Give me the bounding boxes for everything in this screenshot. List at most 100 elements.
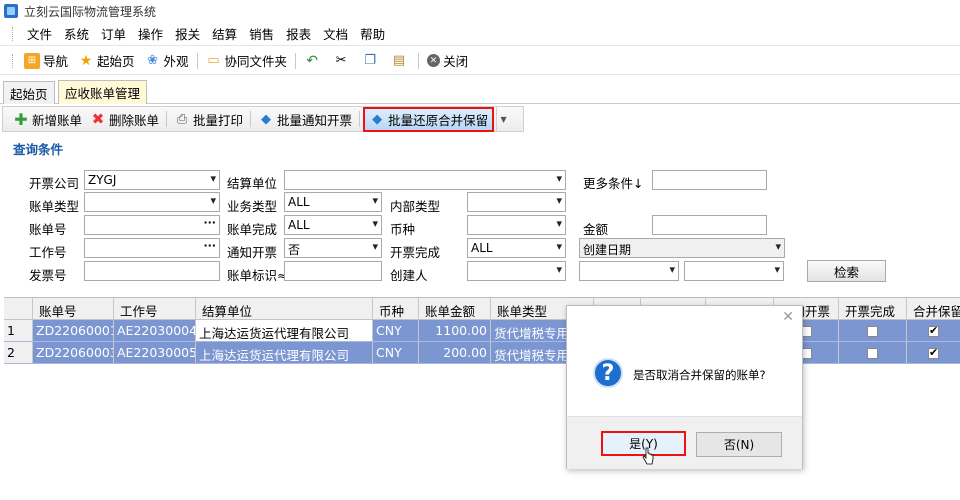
currency-select[interactable] (467, 215, 566, 235)
invoice-company-select[interactable]: ZYGJ (84, 170, 220, 190)
batch-print-label: 批量打印 (193, 112, 244, 128)
bill-no-input[interactable] (84, 215, 220, 235)
currency-label: 币种 (390, 222, 416, 237)
hand-cursor-icon (642, 447, 654, 465)
shared-folder-label: 协同文件夹 (224, 54, 288, 69)
amount-input[interactable] (652, 215, 767, 235)
bill-done-select[interactable]: ALL (284, 215, 382, 235)
nav-label: 导航 (43, 54, 69, 69)
batch-restore-merge-label: 批量还原合并保留 (388, 112, 489, 128)
table-row[interactable]: 1 ZD22060001 AE22030004 上海达运货运代理有限公司 CNY… (4, 320, 960, 342)
invoice-done-checkbox[interactable] (867, 348, 878, 359)
grid-header-job-no[interactable]: 工作号 (114, 298, 196, 319)
notify-invoice-label: 通知开票 (227, 245, 278, 260)
new-bill-button[interactable]: ✚ 新增账单 (9, 108, 86, 130)
copy-button[interactable]: ❐ (357, 50, 386, 72)
appearance-label: 外观 (163, 54, 189, 69)
tab-strip: 起始页 应收账单管理 (0, 80, 960, 104)
new-bill-label: 新增账单 (32, 112, 83, 128)
cut-button[interactable]: ✂ (328, 50, 357, 72)
menu-documents[interactable]: 文档 (317, 24, 354, 43)
menu-file[interactable]: 文件 (21, 24, 58, 43)
tab-start[interactable]: 起始页 (3, 81, 55, 104)
paste-button[interactable]: ▤ (386, 50, 415, 72)
batch-restore-merge-button[interactable]: ◆ 批量还原合并保留 (363, 106, 495, 132)
date-to-select[interactable] (684, 261, 784, 281)
bill-mark-input[interactable] (284, 261, 382, 281)
batch-notify-invoice-button[interactable]: ◆ 批量通知开票 (254, 108, 356, 130)
merge-keep-checkbox[interactable] (928, 324, 939, 337)
creator-label: 创建人 (390, 268, 428, 283)
menu-order[interactable]: 订单 (95, 24, 132, 43)
menu-system[interactable]: 系统 (58, 24, 95, 43)
invoice-done-select[interactable]: ALL (467, 238, 566, 258)
search-button[interactable]: 检索 (807, 260, 886, 282)
amount-label: 金额 (583, 222, 609, 237)
currency-cell[interactable]: CNY (373, 320, 419, 341)
grid-header-merge-keep[interactable]: 合并保留 (907, 298, 960, 319)
bill-type-label: 账单类型 (29, 199, 80, 214)
menu-settlement[interactable]: 结算 (206, 24, 243, 43)
menu-reports[interactable]: 报表 (280, 24, 317, 43)
row-number: 1 (4, 320, 33, 341)
invoice-done-cell[interactable] (839, 320, 907, 341)
cube-icon: ◆ (372, 111, 383, 127)
date-from-select[interactable] (579, 261, 679, 281)
home-button[interactable]: ★ 起始页 (73, 50, 140, 72)
title-bar: 立刻云国际物流管理系统 (0, 0, 960, 22)
action-separator (359, 111, 361, 127)
job-no-cell[interactable]: AE22030005 (114, 342, 196, 363)
shared-folder-button[interactable]: ▭ 协同文件夹 (201, 50, 293, 72)
printer-icon: ⎙ (176, 111, 188, 127)
more-conditions-toggle[interactable]: 更多条件↓ (583, 173, 643, 192)
nav-button[interactable]: ⊞ 导航 (19, 50, 73, 72)
settle-unit-cell[interactable]: 上海达运货运代理有限公司 (196, 342, 373, 363)
job-no-cell[interactable]: AE22030004 (114, 320, 196, 341)
bill-type-select[interactable] (84, 192, 220, 212)
amount-cell[interactable]: 200.00 (419, 342, 491, 363)
more-actions-dropdown[interactable]: ▼ (496, 107, 510, 131)
merge-keep-checkbox[interactable] (928, 346, 939, 359)
currency-cell[interactable]: CNY (373, 342, 419, 363)
more-conditions-input[interactable] (652, 170, 767, 190)
biz-type-select[interactable]: ALL (284, 192, 382, 212)
close-icon[interactable]: ✕ (782, 309, 794, 325)
undo-icon: ↶ (306, 52, 318, 69)
invoice-done-checkbox[interactable] (867, 326, 878, 337)
bill-no-cell[interactable]: ZD22060003 (33, 342, 114, 363)
close-button[interactable]: ✕ 关闭 (422, 50, 473, 72)
notify-invoice-select[interactable]: 否 (284, 238, 382, 258)
settle-unit-label: 结算单位 (227, 176, 278, 191)
menu-sales[interactable]: 销售 (243, 24, 280, 43)
delete-bill-button[interactable]: ✖ 删除账单 (86, 108, 163, 130)
bill-no-cell[interactable]: ZD22060001 (33, 320, 114, 341)
batch-print-button[interactable]: ⎙ 批量打印 (170, 108, 247, 130)
creator-select[interactable] (467, 261, 566, 281)
query-section-title: 查询条件 (13, 142, 64, 157)
grid-header-invoice-done[interactable]: 开票完成 (839, 298, 907, 319)
settle-unit-select[interactable] (284, 170, 566, 190)
invoice-no-input[interactable] (84, 261, 220, 281)
undo-button[interactable]: ↶ (299, 50, 328, 72)
invoice-no-label: 发票号 (29, 268, 67, 283)
merge-keep-cell[interactable] (907, 320, 960, 341)
inner-type-select[interactable] (467, 192, 566, 212)
grid-header-settle-unit[interactable]: 结算单位 (196, 298, 373, 319)
job-no-input[interactable] (84, 238, 220, 258)
tab-receivables[interactable]: 应收账单管理 (58, 80, 148, 104)
settle-unit-cell[interactable]: 上海达运货运代理有限公司 (196, 320, 373, 341)
menu-operation[interactable]: 操作 (132, 24, 169, 43)
invoice-done-cell[interactable] (839, 342, 907, 363)
amount-cell[interactable]: 1100.00 (419, 320, 491, 341)
merge-keep-cell[interactable] (907, 342, 960, 363)
grid-header-currency[interactable]: 币种 (373, 298, 419, 319)
menu-help[interactable]: 帮助 (354, 24, 391, 43)
grid-header-amount[interactable]: 账单金额 (419, 298, 491, 319)
no-button[interactable]: 否(N) (696, 432, 782, 457)
table-row[interactable]: 2 ZD22060003 AE22030005 上海达运货运代理有限公司 CNY… (4, 342, 960, 364)
menu-customs[interactable]: 报关 (169, 24, 206, 43)
grid-header-bill-no[interactable]: 账单号 (33, 298, 114, 319)
bill-action-toolbar: ✚ 新增账单 ✖ 删除账单 ⎙ 批量打印 ◆ 批量通知开票 ◆ 批量还原合并保留… (2, 106, 524, 132)
appearance-button[interactable]: ❀ 外观 (140, 50, 194, 72)
date-field-select[interactable]: 创建日期 (579, 238, 785, 258)
